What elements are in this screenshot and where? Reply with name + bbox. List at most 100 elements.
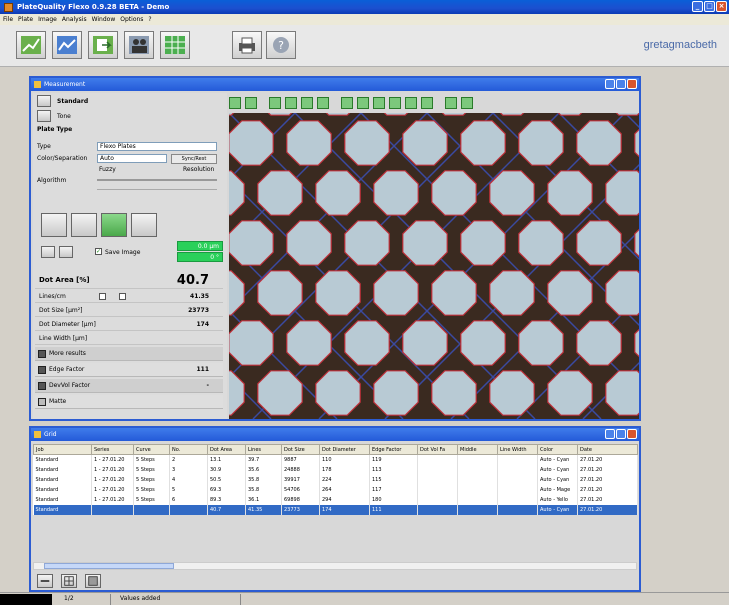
column-header[interactable]: Color [537, 444, 578, 455]
measurement-maximize-button[interactable] [616, 79, 626, 89]
image-toolbar [229, 93, 639, 113]
measurement-minimize-button[interactable] [605, 79, 615, 89]
lines-row: Lines/cm 41.35 [35, 291, 223, 303]
column-header[interactable]: Lines [245, 444, 282, 455]
table-cell [497, 484, 538, 495]
menu-image[interactable]: Image [38, 16, 57, 23]
table-row[interactable]: Standard 1 - 27.01.20 5 Steps 5 69.3 35.8 5470… [33, 484, 638, 495]
table-cell: Auto - Yello [537, 494, 578, 505]
lines-checkbox-a[interactable] [99, 293, 106, 300]
tone-icon[interactable] [37, 110, 51, 122]
column-header[interactable]: Dot Diameter [319, 444, 370, 455]
table-cell [497, 504, 538, 515]
zoom-out-icon[interactable] [285, 97, 297, 109]
type-select[interactable]: Flexo Plates [97, 142, 217, 151]
column-header[interactable]: No. [169, 444, 208, 455]
zoom-window-icon[interactable] [245, 97, 257, 109]
close-button[interactable]: × [716, 1, 727, 12]
column-header[interactable]: Dot Size [281, 444, 320, 455]
table-row[interactable]: Standard 40.7 41.35 23773 174 111 Auto - Cyan 2… [33, 504, 638, 515]
menu-analysis[interactable]: Analysis [62, 16, 87, 23]
table-cell: 3 [169, 464, 208, 475]
users-button[interactable] [124, 31, 154, 59]
save-image-checkbox[interactable]: ✓ [95, 248, 102, 255]
measurement-close-button[interactable] [627, 79, 637, 89]
table-row[interactable]: Standard 1 - 27.01.20 5 Steps 6 89.3 36.1 6989… [33, 494, 638, 505]
camera-button[interactable] [131, 213, 157, 237]
grid-overlay-icon[interactable] [373, 97, 385, 109]
more-results-row[interactable]: More results [35, 347, 223, 361]
rotate-left-icon[interactable] [341, 97, 353, 109]
rotate-right-icon[interactable] [357, 97, 369, 109]
plate-dot [286, 120, 332, 166]
column-header[interactable]: Middle [457, 444, 498, 455]
plate-dot [576, 320, 622, 366]
export-button[interactable] [88, 31, 118, 59]
lines-checkbox-b[interactable] [119, 293, 126, 300]
plate-dot [460, 320, 506, 366]
zoom-in-icon[interactable] [269, 97, 281, 109]
table-small-icon[interactable] [41, 246, 55, 258]
menu-file[interactable]: File [3, 16, 13, 23]
pause-icon[interactable] [445, 97, 457, 109]
frame-icon[interactable] [421, 97, 433, 109]
plate-dot [576, 120, 622, 166]
scrollbar-thumb[interactable] [44, 563, 174, 569]
table-row[interactable]: Standard 1 - 27.01.20 5 Steps 2 13.1 39.7 9887… [33, 454, 638, 465]
column-header[interactable]: Job [33, 444, 92, 455]
line-width-label: Line Width [μm] [39, 335, 88, 342]
column-header[interactable]: Series [91, 444, 134, 455]
table-row[interactable]: Standard 1 - 27.01.20 5 Steps 4 50.5 35.8 3991… [33, 474, 638, 485]
column-header[interactable]: Dot Vol Fa [417, 444, 458, 455]
chart-small-icon[interactable] [59, 246, 73, 258]
grid-measure-button[interactable] [101, 213, 127, 237]
grid-tool-button-a[interactable] [61, 574, 77, 588]
column-header[interactable]: Curve [133, 444, 170, 455]
minimize-button[interactable]: _ [692, 1, 703, 12]
menu-plate[interactable]: Plate [18, 16, 33, 23]
measure-series-button[interactable] [71, 213, 97, 237]
type-label: Type [37, 143, 51, 150]
edge-factor-value: 111 [196, 366, 209, 373]
grid-minimize-button[interactable] [605, 429, 615, 439]
table-cell: 117 [369, 484, 418, 495]
print-button[interactable] [232, 31, 262, 59]
matte-label: Matte [49, 398, 67, 405]
algorithm-slider[interactable] [97, 179, 217, 181]
plate-image-view[interactable] [229, 113, 639, 419]
menu-help[interactable]: ? [148, 16, 151, 23]
grid-maximize-button[interactable] [616, 429, 626, 439]
color-separation-select[interactable]: Auto [97, 154, 167, 163]
zoom-fit-icon[interactable] [229, 97, 241, 109]
plate-dot [547, 370, 593, 416]
remove-row-button[interactable] [37, 574, 53, 588]
contrast-icon[interactable] [389, 97, 401, 109]
menu-options[interactable]: Options [120, 16, 143, 23]
maximize-button[interactable]: □ [704, 1, 715, 12]
chart-up-button[interactable] [16, 31, 46, 59]
column-header[interactable]: Line Width [497, 444, 538, 455]
more-results-icon [38, 350, 46, 358]
plate-dot [431, 370, 477, 416]
measure-button[interactable] [41, 213, 67, 237]
table-cell: 69898 [281, 494, 320, 505]
angle-icon[interactable] [317, 97, 329, 109]
grid-close-button[interactable] [627, 429, 637, 439]
measurement-window: Measurement Standard Tone Plate Type Typ… [29, 76, 641, 421]
grid-tool-button-b[interactable] [85, 574, 101, 588]
column-header[interactable]: Date [577, 444, 638, 455]
sync-rest-button[interactable]: Sync/Rest [171, 154, 217, 164]
column-header[interactable]: Dot Area [207, 444, 246, 455]
help-button[interactable]: ? [266, 31, 296, 59]
horizontal-scrollbar[interactable] [33, 562, 637, 570]
fill-icon[interactable] [405, 97, 417, 109]
line-chart-button[interactable] [52, 31, 82, 59]
table-row[interactable]: Standard 1 - 27.01.20 5 Steps 3 30.9 35.6 2488… [33, 464, 638, 475]
table-button[interactable] [160, 31, 190, 59]
stop-icon[interactable] [461, 97, 473, 109]
standard-icon[interactable] [37, 95, 51, 107]
menu-window[interactable]: Window [92, 16, 116, 23]
pan-icon[interactable] [301, 97, 313, 109]
column-header[interactable]: Edge Factor [369, 444, 418, 455]
table-cell: 50.5 [207, 474, 246, 485]
